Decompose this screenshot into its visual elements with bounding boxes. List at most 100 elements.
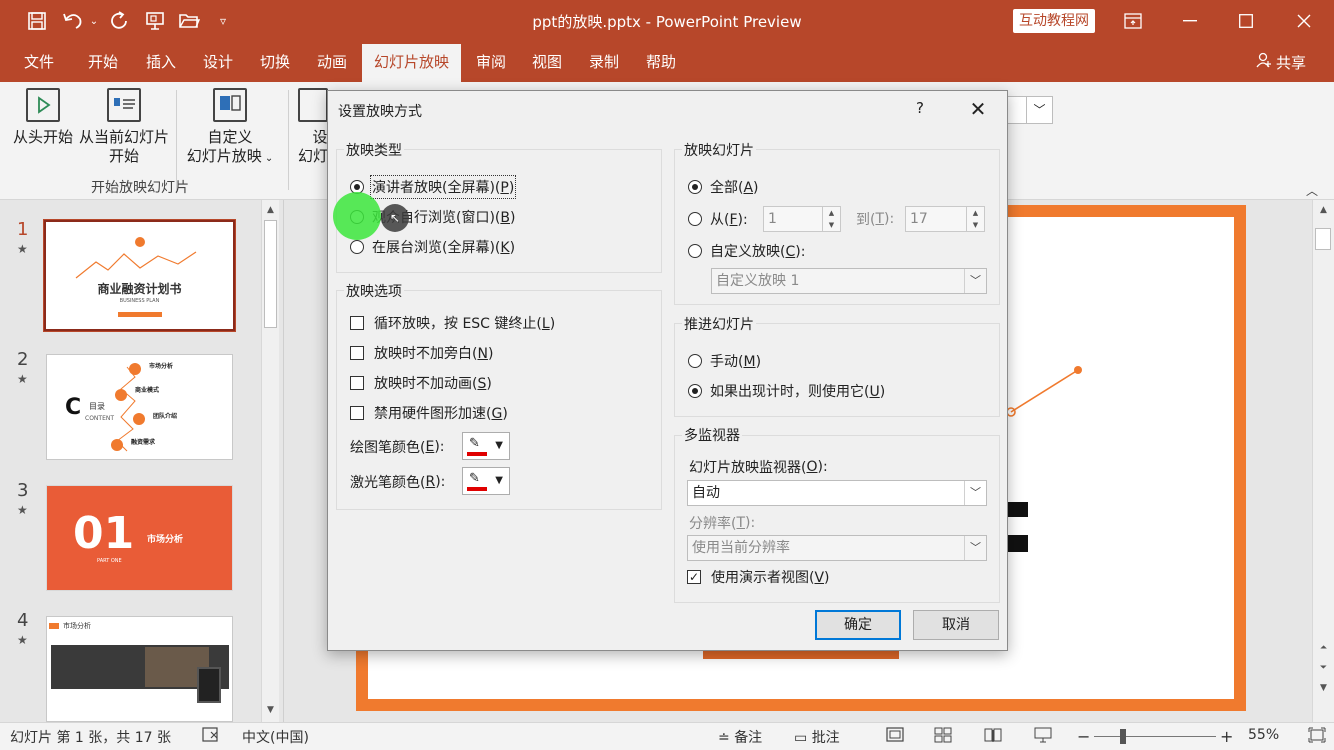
from-slide-spinner[interactable]: 1 ▲ ▼ [763, 206, 841, 232]
zoom-slider[interactable] [1094, 736, 1216, 737]
check-no-animation[interactable]: 放映时不加动画(S) [350, 373, 492, 393]
radio-custom-control[interactable] [688, 244, 702, 258]
radio-use-timings[interactable]: 如果出现计时，则使用它(U) [688, 381, 885, 401]
language-indicator[interactable]: 中文(中国) [242, 727, 309, 747]
collapse-ribbon-icon[interactable]: ︿ [1306, 182, 1318, 199]
dialog-close-icon[interactable]: ✕ [964, 95, 992, 123]
radio-manual-control[interactable] [688, 354, 702, 368]
radio-custom-show[interactable]: 自定义放映(C): [688, 241, 805, 261]
zoom-in-button[interactable]: + [1220, 727, 1233, 746]
check-disable-hw-accel[interactable]: 禁用硬件图形加速(G) [350, 403, 508, 423]
ribbon-combo[interactable]: ﹀ [1003, 96, 1053, 124]
resolution-select[interactable]: 使用当前分辨率 ﹀ [687, 535, 987, 561]
accessibility-icon[interactable] [202, 727, 220, 747]
close-icon[interactable] [1276, 0, 1332, 42]
to-slide-spinner[interactable]: 17 ▲ ▼ [905, 206, 985, 232]
radio-from-control[interactable] [688, 212, 702, 226]
radio-all-control[interactable] [688, 180, 702, 194]
scroll-thumb[interactable] [264, 220, 277, 328]
tab-insert[interactable]: 插入 [134, 42, 188, 82]
thumb-section-label: 市场分析 [147, 535, 184, 545]
tab-record[interactable]: 录制 [577, 42, 631, 82]
tab-design[interactable]: 设计 [191, 42, 245, 82]
chevron-down-icon[interactable]: ﹀ [1026, 97, 1052, 123]
fit-slide-icon[interactable] [1308, 727, 1326, 747]
monitor-select-value: 自动 [692, 485, 720, 501]
tab-slideshow[interactable]: 幻灯片放映 [362, 44, 462, 82]
check-no-narration-label: 放映时不加旁白(N) [374, 346, 494, 362]
ribbon-display-icon[interactable] [1105, 0, 1161, 42]
check-presenter-view[interactable]: ✓ 使用演示者视图(V) [687, 567, 830, 587]
prev-slide-icon[interactable]: ⏶ [1313, 640, 1334, 656]
radio-presenter[interactable]: 演讲者放映(全屏幕)(P) [350, 175, 517, 199]
normal-view-icon[interactable] [886, 727, 904, 747]
slide-thumbnail-3[interactable]: 01 市场分析 PART ONE [46, 485, 233, 591]
scroll-up-icon[interactable]: ▲ [262, 202, 279, 218]
slideshow-view-icon[interactable] [1034, 727, 1052, 747]
share-button[interactable]: 共享 [1256, 52, 1306, 73]
editor-scrollbar[interactable]: ▲ ⏶ ⏷ ▼ [1312, 200, 1334, 722]
custom-show-select[interactable]: 自定义放映 1 ﹀ [711, 268, 987, 294]
radio-manual[interactable]: 手动(M) [688, 351, 761, 371]
laser-color-picker[interactable]: ✎ ▼ [462, 467, 510, 495]
sorter-view-icon[interactable] [934, 727, 952, 747]
custom-slideshow-button[interactable]: 自定义 幻灯片放映 ⌄ [184, 88, 276, 168]
pen-color-picker[interactable]: ✎ ▼ [462, 432, 510, 460]
thumb-title: 商业融资计划书 [97, 282, 182, 296]
radio-all-slides[interactable]: 全部(A) [688, 177, 759, 197]
custom-show-value: 自定义放映 1 [716, 273, 800, 289]
scroll-thumb[interactable] [1315, 228, 1331, 250]
monitor-select[interactable]: 自动 ﹀ [687, 480, 987, 506]
check-no-animation-box[interactable] [350, 376, 364, 390]
spinner-arrows-icon[interactable]: ▲ ▼ [822, 207, 840, 231]
tab-file[interactable]: 文件 [12, 42, 66, 82]
check-loop[interactable]: 循环放映，按 ESC 键终止(L) [350, 313, 555, 333]
check-no-narration[interactable]: 放映时不加旁白(N) [350, 343, 493, 363]
ribbon-group-label: 开始放映幻灯片 [91, 180, 189, 196]
tab-review[interactable]: 审阅 [464, 42, 518, 82]
play-slide-icon [26, 88, 60, 122]
radio-use-timings-control[interactable] [688, 384, 702, 398]
scroll-down-icon[interactable]: ▼ [1313, 680, 1334, 696]
thumb-item: 团队介绍 [153, 413, 178, 420]
thumb-big-number: 01 [73, 508, 135, 559]
tab-view[interactable]: 视图 [520, 42, 574, 82]
radio-kiosk-control[interactable] [350, 240, 364, 254]
ok-button[interactable]: 确定 [815, 610, 901, 640]
zoom-slider-thumb[interactable] [1120, 729, 1126, 744]
spinner-arrows-icon[interactable]: ▲ ▼ [966, 207, 984, 231]
reading-view-icon[interactable] [984, 727, 1002, 747]
help-button[interactable]: ? [916, 99, 924, 117]
slide-thumbnail-1[interactable]: 商业融资计划书 BUSINESS PLAN [43, 219, 236, 332]
from-start-button[interactable]: 从头开始 [10, 88, 76, 147]
radio-use-timings-label: 如果出现计时，则使用它(U) [710, 384, 886, 400]
ribbon-tabs: 文件 开始 插入 设计 切换 动画 幻灯片放映 审阅 视图 录制 帮助 共享 [0, 42, 1334, 82]
slide-thumbnail-2[interactable]: C 目录 CONTENT 市场分析 商业模式 团队介绍 融资需求 [46, 354, 233, 460]
setup-slideshow-button[interactable]: 设 幻灯 [298, 88, 328, 166]
custom-show-icon [213, 88, 247, 122]
check-disable-hw-accel-box[interactable] [350, 406, 364, 420]
slide-thumbnail-4[interactable]: 市场分析 [46, 616, 233, 722]
notes-button[interactable]: ≐ 备注 [718, 727, 762, 747]
radio-kiosk[interactable]: 在展台浏览(全屏幕)(K) [350, 237, 515, 257]
radio-from-slides[interactable]: 从(F): [688, 209, 748, 229]
maximize-icon[interactable] [1218, 0, 1274, 42]
comments-button[interactable]: ▭ 批注 [794, 727, 840, 747]
tab-animations[interactable]: 动画 [305, 42, 359, 82]
next-slide-icon[interactable]: ⏷ [1313, 660, 1334, 676]
thumbnail-scrollbar[interactable]: ▲ ▼ [261, 200, 279, 722]
tab-help[interactable]: 帮助 [634, 42, 688, 82]
cancel-button[interactable]: 取消 [913, 610, 999, 640]
brand-badge[interactable]: 互动教程网 [1013, 9, 1095, 33]
zoom-level[interactable]: 55% [1248, 727, 1279, 743]
check-no-narration-box[interactable] [350, 346, 364, 360]
check-loop-box[interactable] [350, 316, 364, 330]
from-current-button[interactable]: 从当前幻灯片 开始 [78, 88, 170, 166]
minimize-icon[interactable] [1162, 0, 1218, 42]
tab-transitions[interactable]: 切换 [248, 42, 302, 82]
check-presenter-view-box[interactable]: ✓ [687, 570, 701, 584]
scroll-down-icon[interactable]: ▼ [262, 702, 279, 718]
zoom-out-button[interactable]: − [1077, 727, 1090, 746]
scroll-up-icon[interactable]: ▲ [1313, 202, 1334, 218]
tab-home[interactable]: 开始 [76, 42, 130, 82]
